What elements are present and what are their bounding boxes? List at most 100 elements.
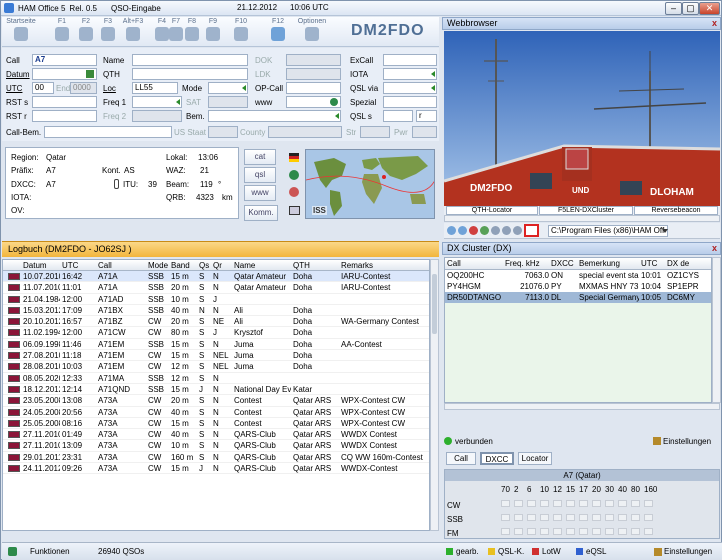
table-row[interactable]: 15.03.2012 17:09 A71BX SSB 40 m N N Ali Doha: [3, 305, 429, 317]
tab-reversebeacon[interactable]: Reversebeacon: [634, 206, 718, 215]
maximize-button[interactable]: ▢: [682, 2, 699, 15]
column-header[interactable]: UTC: [62, 260, 78, 271]
www-button[interactable]: www: [244, 185, 276, 201]
rsts-input[interactable]: [32, 96, 97, 108]
back-icon[interactable]: [447, 226, 456, 235]
band-cell[interactable]: [540, 528, 549, 535]
band-cell[interactable]: [592, 500, 601, 507]
band-cell[interactable]: [501, 528, 510, 535]
scroll-thumb[interactable]: [432, 274, 437, 334]
table-row[interactable]: 06.09.1998 11:46 A71EM SSB 15 m S N Juma Doha AA-…: [3, 339, 429, 351]
column-header[interactable]: UTC: [641, 258, 657, 270]
record-icon[interactable]: [289, 187, 299, 197]
dok-input[interactable]: [286, 54, 341, 66]
table-row[interactable]: 11.02.1994 12:00 A71CW CW 80 m S J Krysztof Doha: [3, 327, 429, 339]
column-header[interactable]: Qs: [199, 260, 209, 271]
column-header[interactable]: Remarks: [341, 260, 373, 271]
pwr-input[interactable]: [412, 126, 437, 138]
band-cell[interactable]: [631, 514, 640, 521]
toolbar-f9[interactable]: F9: [199, 18, 227, 41]
toolbar-optionen[interactable]: Optionen: [292, 18, 332, 41]
tab-f5len-dxcluster[interactable]: F5LEN-DXCluster: [539, 206, 633, 215]
table-row[interactable]: 25.05.2008 08:16 A73A CW 15 m S N Contest Qatar …: [3, 418, 429, 430]
table-row[interactable]: 08.05.2020 12:33 A71MA SSB 12 m SN: [3, 373, 429, 384]
spezial-input[interactable]: [383, 96, 437, 108]
sat-input[interactable]: [208, 96, 248, 108]
column-header[interactable]: Call: [98, 260, 112, 271]
band-cell[interactable]: [540, 514, 549, 521]
column-header[interactable]: Mode: [148, 260, 168, 271]
globe-icon[interactable]: [289, 170, 299, 180]
callbem-input[interactable]: [44, 126, 172, 138]
column-header[interactable]: Bemerkung: [579, 258, 620, 270]
band-cell[interactable]: [605, 528, 614, 535]
usstaat-input[interactable]: [208, 126, 238, 138]
column-header[interactable]: Freq. kHz: [505, 258, 540, 270]
county-input[interactable]: [268, 126, 342, 138]
table-row[interactable]: 27.11.2010 01:49 A73A CW 40 m S N QARS-Club Qata…: [3, 429, 429, 441]
band-cell[interactable]: [553, 500, 562, 507]
address-field[interactable]: C:\Program Files (x86)\HAM Off: [548, 225, 668, 237]
table-row[interactable]: 18.12.2012 12:14 A71QND SSB 15 m J N National D…: [3, 384, 429, 396]
band-cell[interactable]: [579, 514, 588, 521]
table-row[interactable]: 27.11.2010 13:09 A73A CW 10 m S N QARS-Club Qata…: [3, 440, 429, 452]
str-input[interactable]: [360, 126, 390, 138]
band-cell[interactable]: [579, 500, 588, 507]
table-row[interactable]: PY4HGM 21076.0 PY MXMAS HNY 73 10:04 SP1EPR: [445, 281, 711, 292]
band-cell[interactable]: [527, 514, 536, 521]
world-map[interactable]: ISS: [305, 149, 435, 219]
toolbar-startseite[interactable]: Startseite: [4, 18, 38, 41]
end-input[interactable]: 0000: [70, 82, 97, 94]
band-cell[interactable]: [527, 500, 536, 507]
table-row[interactable]: 23.05.2008 13:08 A73A CW 20 m S N Contest Qatar …: [3, 395, 429, 407]
column-header[interactable]: Call: [447, 258, 461, 270]
toolbar-altf3[interactable]: Alt+F3: [116, 18, 150, 41]
mode-select[interactable]: [208, 82, 248, 94]
close-icon[interactable]: x: [712, 243, 717, 254]
qslvia-input[interactable]: [383, 82, 437, 94]
dxcluster-scrollbar[interactable]: [712, 257, 721, 403]
band-cell[interactable]: [579, 528, 588, 535]
loc-input[interactable]: LL55: [132, 82, 178, 94]
table-row[interactable]: 29.01.2011 23:31 A73A CW 160 m S N QARS-Club Qat…: [3, 452, 429, 464]
webbrowser-hscroll[interactable]: [444, 215, 720, 222]
ldk-input[interactable]: [286, 68, 341, 80]
qslr-input[interactable]: r: [416, 110, 437, 122]
table-row[interactable]: 11.07.2010 11:01 A71A SSB 20 m S N Qatar Amateu…: [3, 282, 429, 294]
band-cell[interactable]: [631, 528, 640, 535]
band-cell[interactable]: [631, 500, 640, 507]
freq2-input[interactable]: [132, 110, 182, 122]
band-cell[interactable]: [566, 514, 575, 521]
forward-icon[interactable]: [458, 226, 467, 235]
band-cell[interactable]: [501, 514, 510, 521]
name-input[interactable]: [132, 54, 248, 66]
functions-icon[interactable]: [8, 547, 17, 556]
band-cell[interactable]: [644, 500, 653, 507]
band-cell[interactable]: [566, 500, 575, 507]
band-cell[interactable]: [592, 528, 601, 535]
www-input[interactable]: [286, 96, 341, 108]
flag-icon[interactable]: [289, 153, 299, 162]
band-cell[interactable]: [644, 528, 653, 535]
search-icon[interactable]: [513, 226, 522, 235]
band-cell[interactable]: [644, 514, 653, 521]
column-header[interactable]: Qr: [213, 260, 222, 271]
komm-button[interactable]: Komm.: [244, 205, 278, 221]
calendar-icon[interactable]: [86, 70, 94, 78]
table-row[interactable]: DR50DTANGO 7113.0 DL Special Germany 10:05 DC…: [445, 292, 711, 303]
tab-call[interactable]: Call: [446, 452, 476, 465]
home-icon[interactable]: [491, 226, 500, 235]
iota-input[interactable]: [383, 68, 437, 80]
datum-input[interactable]: [32, 68, 97, 80]
logbook-scrollbar[interactable]: [430, 259, 439, 531]
qsls-input[interactable]: [383, 110, 413, 122]
tab-qth-locator[interactable]: QTH-Locator: [446, 206, 538, 215]
qsl-button[interactable]: qsl: [244, 167, 276, 183]
band-cell[interactable]: [605, 514, 614, 521]
freq1-input[interactable]: [132, 96, 182, 108]
toolbar-f12[interactable]: F12: [264, 18, 292, 41]
column-header[interactable]: DX de: [667, 258, 689, 270]
window-icon[interactable]: [524, 224, 539, 237]
bem-input[interactable]: [208, 110, 341, 122]
close-button[interactable]: ✕: [699, 2, 720, 15]
